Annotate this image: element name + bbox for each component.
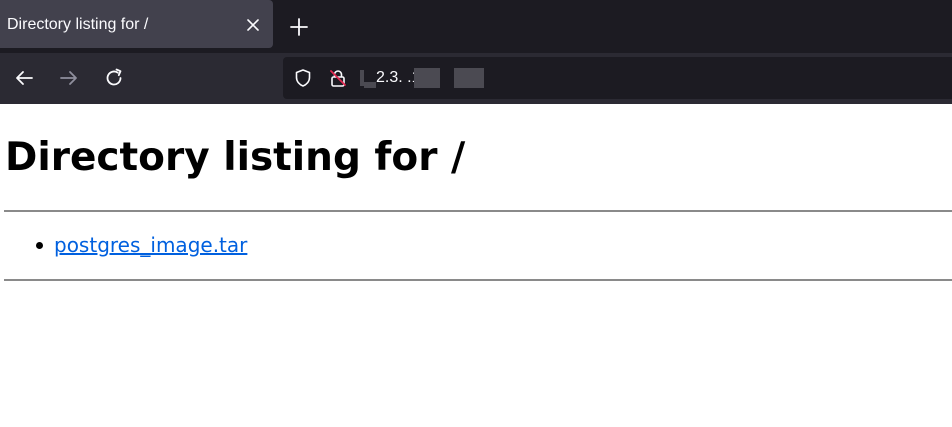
back-arrow-icon[interactable] [13,67,35,89]
insecure-lock-icon[interactable] [328,68,348,88]
redacted-region [414,68,440,88]
tab-title: Directory listing for / [7,16,149,33]
forward-arrow-icon[interactable] [58,67,80,89]
divider-bottom [4,279,952,281]
close-icon[interactable] [243,15,263,35]
redacted-region [364,82,376,88]
page-heading: Directory listing for / [5,135,466,180]
new-tab-plus-icon[interactable] [288,16,310,38]
page-content: Directory listing for / postgres_image.t… [0,104,952,427]
file-list: postgres_image.tar [0,232,247,259]
url-bar[interactable]: 2.3. .1 [283,57,952,99]
url-text[interactable]: 2.3. .1 [360,68,490,88]
reload-icon[interactable] [103,67,125,89]
shield-icon[interactable] [293,68,313,88]
tab-active[interactable]: Directory listing for / [0,0,273,48]
browser-window: Directory listing for / 2.3. .1 Director… [0,0,952,427]
redacted-region [454,68,484,88]
navigation-toolbar: 2.3. .1 [0,53,952,104]
tab-strip: Directory listing for / [0,0,952,53]
bullet-icon [36,242,43,249]
file-link[interactable]: postgres_image.tar [54,233,247,257]
divider-top [4,210,952,212]
list-item: postgres_image.tar [36,232,247,259]
